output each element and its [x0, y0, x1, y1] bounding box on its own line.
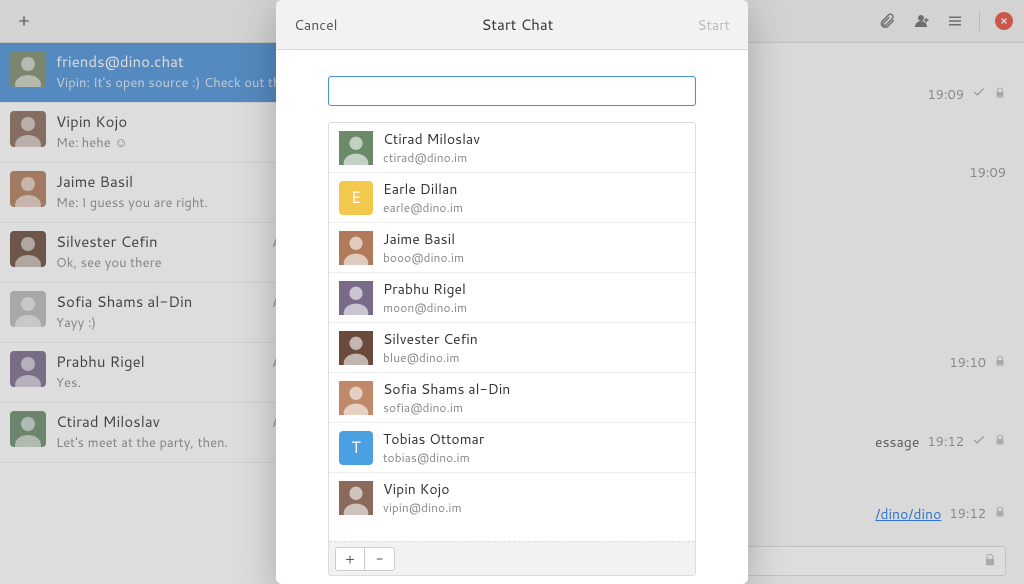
avatar	[339, 331, 373, 365]
avatar: E	[339, 181, 373, 215]
cancel-button[interactable]: Cancel	[294, 15, 338, 35]
avatar: T	[339, 431, 373, 465]
contact-address: ctirad@dino.im	[383, 149, 480, 166]
start-chat-dialog: Cancel Start Chat Start Ctirad Miloslavc…	[276, 0, 748, 584]
contact-address: blue@dino.im	[383, 349, 478, 366]
contact-address: moon@dino.im	[383, 299, 467, 316]
contact-item[interactable]: Vipin Kojovipin@dino.im	[329, 473, 695, 522]
contact-address: booo@dino.im	[383, 249, 464, 266]
contact-address: tobias@dino.im	[383, 449, 484, 466]
dialog-header: Cancel Start Chat Start	[276, 0, 748, 50]
dialog-title: Start Chat	[481, 14, 553, 35]
contact-name: Earle Dillan	[383, 179, 463, 199]
contact-name: Tobias Ottomar	[383, 429, 484, 449]
contact-name: Vipin Kojo	[383, 479, 462, 499]
contact-item[interactable]: E Earle Dillanearle@dino.im	[329, 173, 695, 223]
avatar	[339, 231, 373, 265]
avatar	[339, 131, 373, 165]
contact-name: Ctirad Miloslav	[383, 129, 480, 149]
avatar-letter: E	[351, 186, 361, 209]
dialog-body: Ctirad Miloslavctirad@dino.im E Earle Dill…	[276, 50, 748, 584]
contact-item[interactable]: T Tobias Ottomartobias@dino.im	[329, 423, 695, 473]
contact-item[interactable]: Jaime Basilbooo@dino.im	[329, 223, 695, 273]
avatar	[339, 481, 373, 515]
contact-search-input[interactable]	[328, 76, 696, 106]
contact-address: earle@dino.im	[383, 199, 463, 216]
avatar-letter: T	[351, 436, 360, 459]
contact-item[interactable]: Prabhu Rigelmoon@dino.im	[329, 273, 695, 323]
contact-list-wrap: Ctirad Miloslavctirad@dino.im E Earle Dill…	[328, 122, 696, 576]
contact-name: Prabhu Rigel	[383, 279, 467, 299]
contact-item[interactable]: Sofia Shams al-Dinsofia@dino.im	[329, 373, 695, 423]
contact-address: sofia@dino.im	[383, 399, 510, 416]
avatar	[339, 381, 373, 415]
remove-contact-button[interactable]: −	[365, 547, 395, 571]
contact-list-footer: + −	[329, 541, 695, 575]
contact-name: Silvester Cefin	[383, 329, 478, 349]
avatar	[339, 281, 373, 315]
contact-list: Ctirad Miloslavctirad@dino.im E Earle Dill…	[329, 123, 695, 541]
contact-address: vipin@dino.im	[383, 499, 462, 516]
contact-item[interactable]: Silvester Cefinblue@dino.im	[329, 323, 695, 373]
contact-name: Jaime Basil	[383, 229, 464, 249]
start-button[interactable]: Start	[697, 15, 730, 35]
add-contact-button[interactable]: +	[335, 547, 365, 571]
contact-name: Sofia Shams al-Din	[383, 379, 510, 399]
contact-item[interactable]: Ctirad Miloslavctirad@dino.im	[329, 123, 695, 173]
